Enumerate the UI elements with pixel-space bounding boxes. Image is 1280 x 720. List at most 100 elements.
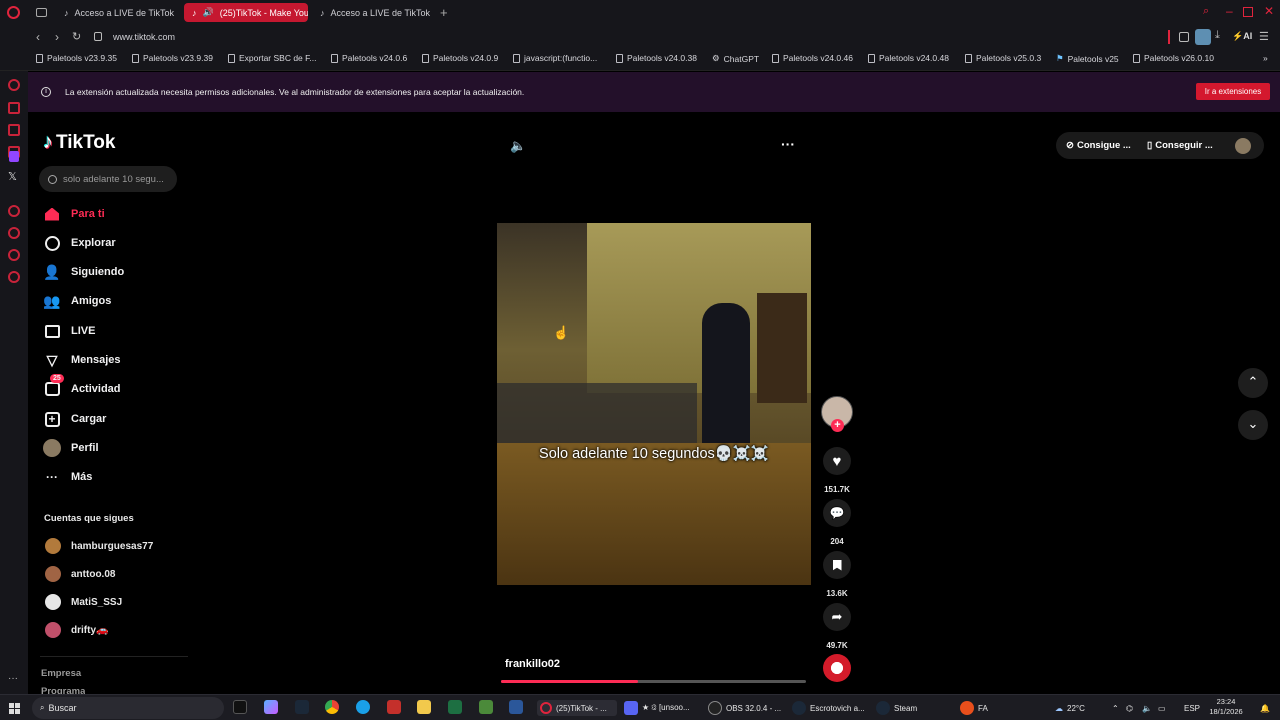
go-to-extensions-button[interactable]: Ir a extensiones — [1196, 83, 1270, 100]
tab-tiktok-active[interactable]: ♪ 🔊 (25)TikTok - Make You — [184, 3, 308, 22]
tab-live-2[interactable]: ♪ Acceso a LIVE de TikTok — [312, 3, 434, 22]
bookmark-item[interactable]: Paletools v23.9.39 — [132, 53, 213, 63]
url-field[interactable]: www.tiktok.com — [113, 32, 175, 42]
bookmark-item[interactable]: Paletools v24.0.48 — [868, 53, 949, 63]
weather-widget[interactable]: ☁ 22°C — [1055, 700, 1085, 716]
search-box[interactable]: solo adelante 10 segu... — [39, 166, 177, 192]
sidebar-app-icon[interactable] — [8, 79, 20, 91]
bookmark-item[interactable]: ⚑ Paletools v25 — [1056, 53, 1119, 64]
tiktok-logo[interactable]: ♪ TikTok — [43, 131, 115, 154]
nav-friends[interactable]: 👥 Amigos — [43, 292, 111, 310]
taskbar-app-obs[interactable]: OBS 32.0.4 - ... — [708, 700, 781, 716]
footer-link-program[interactable]: Programa — [41, 686, 85, 694]
start-button[interactable] — [9, 700, 20, 716]
back-icon[interactable]: ‹ — [36, 30, 40, 44]
workspaces-icon[interactable] — [36, 8, 47, 17]
copilot-icon[interactable] — [264, 700, 278, 714]
new-tab-button[interactable]: + — [440, 5, 448, 20]
bookmark-icon[interactable] — [823, 551, 851, 579]
save-action[interactable]: 13.6K — [822, 551, 852, 598]
reload-icon[interactable]: ↻ — [72, 30, 81, 43]
share-icon[interactable]: ➦ — [823, 603, 851, 631]
get-coins-button[interactable]: ⊘ Consigue ... — [1066, 140, 1131, 151]
nav-upload[interactable]: + Cargar — [43, 410, 106, 428]
nav-activity[interactable]: 25 Actividad — [43, 374, 121, 398]
settings-icon[interactable] — [8, 271, 20, 283]
footer-link-company[interactable]: Empresa — [41, 668, 81, 679]
next-video-button[interactable]: ⌄ — [1238, 410, 1268, 440]
extensions-icon[interactable] — [1179, 32, 1189, 42]
forward-icon[interactable]: › — [55, 30, 59, 44]
nav-profile[interactable]: Perfil — [43, 439, 99, 457]
taskbar-app-steam[interactable]: Steam — [876, 700, 917, 716]
following-account[interactable]: anttoo.08 — [45, 566, 115, 582]
app-icon[interactable] — [387, 700, 401, 714]
history-icon[interactable] — [8, 227, 20, 239]
sidebar-more-icon[interactable]: ··· — [8, 673, 18, 684]
nav-following[interactable]: 👤 Siguiendo — [43, 263, 124, 281]
nav-more[interactable]: ··· Más — [43, 468, 92, 486]
user-avatar[interactable] — [1235, 138, 1251, 154]
bookmark-item[interactable]: Paletools v24.0.46 — [772, 53, 853, 63]
bookmark-item[interactable]: javascript:(functio... — [513, 53, 597, 63]
music-disc-icon[interactable] — [823, 654, 851, 682]
aria-ai-button[interactable]: ⚡AI — [1232, 31, 1252, 42]
tiktok-app-icon[interactable] — [233, 700, 247, 714]
word-icon[interactable] — [509, 700, 523, 714]
bookmark-item[interactable]: Paletools v25.0.3 — [965, 53, 1041, 63]
profile-icon[interactable] — [1195, 29, 1211, 45]
notifications-icon[interactable]: 🔔 — [1260, 700, 1270, 716]
search-input[interactable]: solo adelante 10 segu... — [63, 174, 164, 185]
bookmark-item[interactable]: Exportar SBC de F... — [228, 53, 316, 63]
tab-live-1[interactable]: ♪ Acceso a LIVE de TikTok — [56, 3, 178, 22]
bookmark-item[interactable]: Paletools v23.9.35 — [36, 53, 117, 63]
download-icon[interactable]: ⤓ — [1215, 29, 1220, 42]
taskbar-app-discord[interactable]: ★ 🕄 [unsoo... — [624, 700, 690, 716]
following-account[interactable]: drifty🚗 — [45, 622, 108, 638]
more-options-icon[interactable]: ··· — [781, 136, 795, 152]
bookmark-item[interactable]: Paletools v24.0.9 — [422, 53, 498, 63]
nav-live[interactable]: LIVE — [43, 322, 95, 340]
bookmark-item[interactable]: Paletools v26.0.10 — [1133, 53, 1214, 63]
share-action[interactable]: ➦ 49.7K — [822, 603, 852, 650]
edge-icon[interactable] — [356, 700, 370, 714]
video-player[interactable]: Solo adelante 10 segundos💀☠️☠️ — [497, 223, 811, 585]
sidebar-app-icon[interactable] — [8, 205, 20, 217]
previous-video-button[interactable]: ⌃ — [1238, 368, 1268, 398]
battery-icon[interactable]: ▭ — [1158, 700, 1166, 716]
twitch-icon[interactable] — [9, 151, 19, 162]
heart-icon[interactable]: ♥ — [823, 447, 851, 475]
menu-icon[interactable]: ☰ — [1259, 30, 1269, 43]
app-icon[interactable] — [479, 700, 493, 714]
volume-icon[interactable]: 🔈 — [510, 138, 526, 154]
opera-logo-icon[interactable] — [7, 6, 20, 19]
bookmark-item[interactable]: Paletools v24.0.38 — [616, 53, 697, 63]
taskbar-app-fa[interactable]: FA — [960, 700, 988, 716]
volume-tray-icon[interactable]: 🔈 — [1142, 700, 1152, 716]
maximize-button[interactable] — [1243, 7, 1253, 17]
bookmark-item[interactable]: ⚙ ChatGPT — [712, 53, 759, 64]
following-account[interactable]: MatiS_SSJ — [45, 594, 122, 610]
excel-icon[interactable] — [448, 700, 462, 714]
clock[interactable]: 23:24 18/1/2026 — [1206, 697, 1246, 717]
sidebar-app-icon[interactable] — [8, 124, 20, 136]
close-window-button[interactable]: ✕ — [1264, 4, 1274, 18]
following-account[interactable]: hamburguesas77 — [45, 538, 153, 554]
comment-action[interactable]: 💬 204 — [822, 499, 852, 546]
tray-chevron-icon[interactable]: ⌃ — [1112, 700, 1119, 716]
minimize-button[interactable]: – — [1226, 4, 1233, 18]
video-author[interactable]: frankillo02 — [505, 658, 560, 670]
taskbar-app-opera[interactable]: (25)TikTok - ... — [537, 700, 617, 716]
nav-explore[interactable]: Explorar — [43, 234, 116, 252]
search-tabs-icon[interactable]: ⌕ — [1203, 5, 1209, 18]
nav-for-you[interactable]: Para ti — [43, 205, 105, 223]
like-action[interactable]: ♥ 151.7K — [822, 447, 852, 494]
taskbar-search[interactable]: ⌕ Buscar — [32, 697, 224, 719]
chrome-icon[interactable] — [325, 700, 339, 714]
sidebar-app-icon[interactable] — [8, 249, 20, 261]
get-app-button[interactable]: ▯ Conseguir ... — [1147, 140, 1213, 151]
x-icon[interactable]: 𝕏 — [8, 170, 17, 183]
follow-plus-button[interactable]: + — [831, 419, 844, 432]
comment-icon[interactable]: 💬 — [823, 499, 851, 527]
sidebar-app-icon[interactable] — [8, 102, 20, 114]
